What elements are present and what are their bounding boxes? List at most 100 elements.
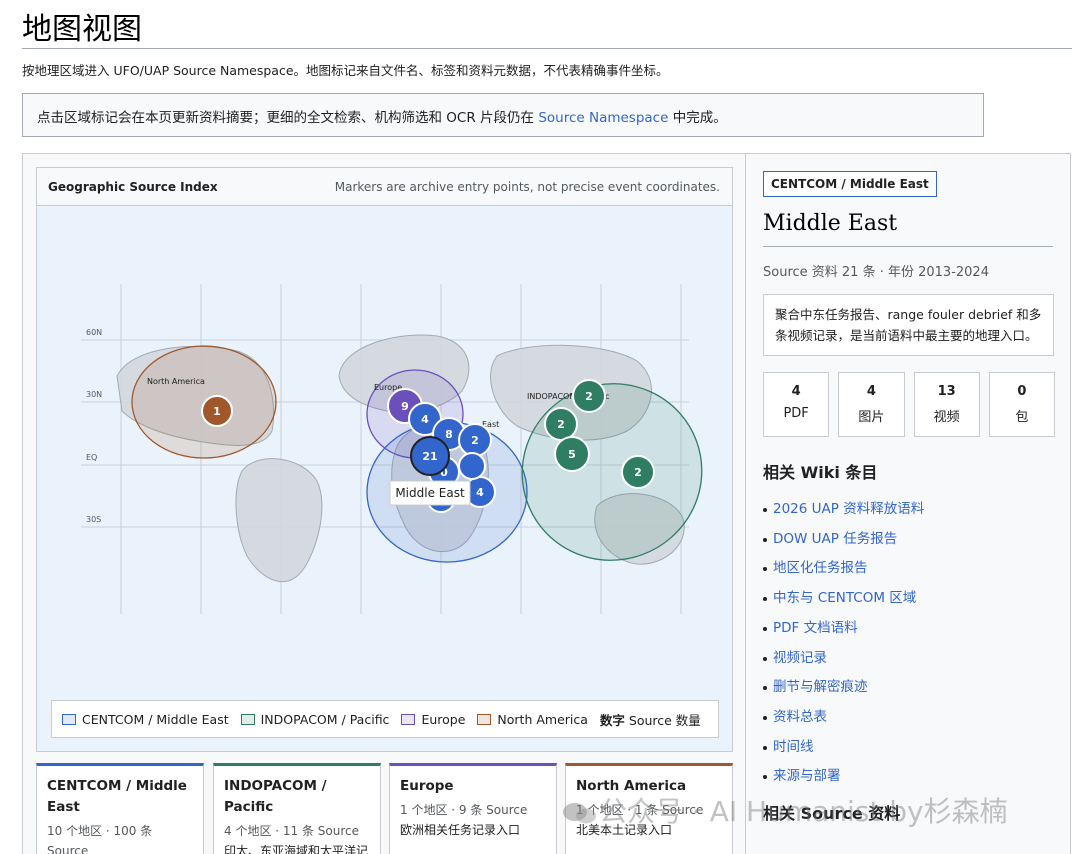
wiki-list-item: 视频记录 [763,644,1055,674]
wiki-link-list: 2026 UAP 资料释放语料 DOW UAP 任务报告 地区化任务报告 中东与… [763,495,1055,792]
region-card-meta: 4 个地区 · 11 条 Source [224,824,360,838]
marker-label: 2 [585,390,593,403]
region-card-europe[interactable]: Europe 1 个地区 · 9 条 Source 欧洲相关任务记录入口 [389,763,557,854]
wechat-icon [563,803,596,824]
lat-label-eq: EQ [86,453,97,462]
wiki-list-item: 地区化任务报告 [763,554,1055,584]
wiki-link[interactable]: PDF 文档语料 [773,620,858,636]
marker-indopacom-3[interactable]: 5 [554,436,590,472]
legend-centcom: CENTCOM / Middle East [62,712,229,727]
wiki-link[interactable]: 地区化任务报告 [773,560,868,576]
lat-label-30s: 30S [86,515,101,524]
wiki-list-item: 资料总表 [763,703,1055,733]
marker-label: 2 [634,466,642,479]
legend-note-strong: 数字 [599,712,625,728]
region-meta: Source 资料 21 条 · 年份 2013-2024 [763,265,989,280]
legend-indopacom: INDOPACOM / Pacific [240,711,390,727]
wiki-list-item: 2026 UAP 资料释放语料 [763,495,1055,525]
map-card: Geographic Source Index Markers are arch… [36,167,733,752]
region-description: 聚合中东任务报告、range fouler debrief 和多条视频记录，是当… [763,294,1054,356]
region-tag: CENTCOM / Middle East [763,171,937,197]
world-map: 60N 30N EQ 30S North America Europe INDO… [81,284,703,614]
region-card-desc: 印太、东亚海域和太平洋记录入口 [224,844,369,854]
legend-swatch [401,713,416,725]
region-card-desc: 欧洲相关任务记录入口 [400,823,521,837]
marker-label: 8 [445,428,453,441]
legend-north-america: North America [477,712,588,727]
wiki-link[interactable]: DOW UAP 任务报告 [773,531,897,547]
wiki-list-item: PDF 文档语料 [763,614,1055,644]
legend-note-text: Source 数量 [624,712,701,728]
stat-label: 图片 [858,410,885,425]
notice-box: 点击区域标记会在本页更新资料摘要；更细的全文检索、机构筛选和 OCR 片段仍在 … [22,93,984,137]
legend-label: INDOPACOM / Pacific [260,711,390,727]
stats-row: 4 PDF 4 图片 13 视频 0 包 [763,372,1055,437]
wiki-list-item: 中东与 CENTCOM 区域 [763,584,1055,614]
marker-north-america[interactable]: 1 [201,395,233,427]
wiki-list-item: DOW UAP 任务报告 [763,525,1055,555]
marker-label: 4 [421,413,429,426]
watermark: 公众号 · AI Humanist by杉森楠 [561,790,1008,830]
marker-indopacom-1[interactable]: 2 [572,379,606,413]
map-tooltip: Middle East [389,480,471,506]
stat-label: 包 [1015,410,1029,425]
stat-label: 视频 [933,410,960,425]
wiki-link[interactable]: 视频记录 [773,650,827,666]
marker-label: 1 [213,405,221,418]
wiki-link[interactable]: 时间线 [773,739,814,755]
marker-indopacom-2[interactable]: 2 [544,407,578,441]
marker-middle-east-3[interactable]: 2 [458,423,492,457]
marker-middle-east-extra[interactable] [458,452,486,480]
region-summary-sidebar: CENTCOM / Middle East Middle East Source… [763,171,1055,824]
title-divider [22,48,1072,49]
map-note: Markers are archive entry points, not pr… [334,180,720,194]
region-card-indopacom[interactable]: INDOPACOM / Pacific 4 个地区 · 11 条 Source … [213,763,381,854]
region-card-meta: 1 个地区 · 9 条 Source [400,803,528,817]
legend-swatch [477,713,492,725]
lat-label-60n: 60N [86,328,102,337]
legend-europe: Europe [401,712,465,727]
map-legend: CENTCOM / Middle East INDOPACOM / Pacifi… [51,700,719,738]
wiki-link[interactable]: 删节与解密痕迹 [773,679,868,695]
notice-text-before: 点击区域标记会在本页更新资料摘要；更细的全文检索、机构筛选和 OCR 片段仍在 [37,110,539,126]
marker-label: 9 [401,400,409,413]
marker-middle-east-selected[interactable]: 21 [410,436,450,476]
legend-swatch [62,713,76,725]
marker-label: 2 [557,418,565,431]
page-intro: 按地理区域进入 UFO/UAP Source Namespace。地图标记来自文… [22,63,669,78]
marker-label: 2 [471,434,479,447]
region-title: Middle East [763,211,898,236]
marker-label: 4 [476,486,484,499]
marker-label: 5 [568,448,576,461]
wiki-link[interactable]: 资料总表 [773,709,827,725]
map-title: Geographic Source Index [48,180,218,194]
panel-divider [745,154,746,854]
marker-label: 21 [422,450,437,463]
tooltip-text: Middle East [395,486,465,500]
label-north-america: North America [147,377,205,386]
wiki-list-item: 删节与解密痕迹 [763,673,1055,703]
stat-number: 4 [866,384,876,399]
stat-number: 4 [791,384,801,399]
wiki-link[interactable]: 中东与 CENTCOM 区域 [773,590,916,606]
stat-pdf: 4 PDF [763,372,830,437]
region-card-centcom[interactable]: CENTCOM / Middle East 10 个地区 · 100 条 Sou… [36,763,204,854]
marker-indopacom-4[interactable]: 2 [621,455,655,489]
wiki-list-item: 来源与部署 [763,762,1055,792]
south-america-landmass [235,458,323,583]
watermark-text: 公众号 · AI Humanist by杉森楠 [599,795,1008,828]
stat-images: 4 图片 [838,372,905,437]
stat-label: PDF [783,406,809,421]
stat-number: 13 [937,384,956,399]
legend-label: North America [497,711,588,727]
stat-number: 0 [1017,384,1027,399]
wiki-link[interactable]: 2026 UAP 资料释放语料 [773,501,924,517]
legend-count-note: 数字 Source 数量 [600,710,701,729]
region-card-title: Europe [400,778,454,794]
notice-text-after: 中完成。 [668,110,727,126]
region-card-meta: 10 个地区 · 100 条 Source [47,824,153,854]
lat-label-30n: 30N [86,390,102,399]
wiki-link[interactable]: 来源与部署 [773,768,841,784]
stat-packages: 0 包 [988,372,1055,437]
source-namespace-link[interactable]: Source Namespace [538,110,668,126]
